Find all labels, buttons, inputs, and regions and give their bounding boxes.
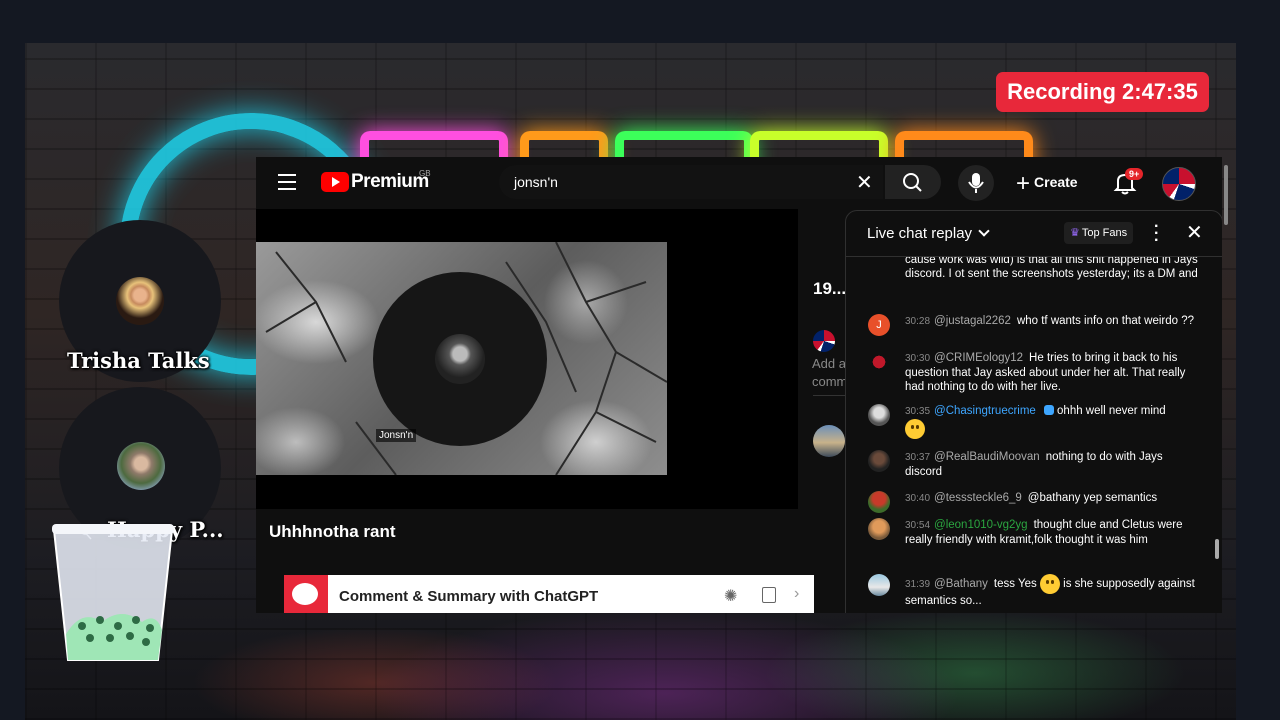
message-text: ohhh well never mind bbox=[1057, 405, 1166, 417]
message-timestamp: 30:28 bbox=[905, 316, 931, 327]
add-comment-field[interactable]: Add a comm bbox=[812, 355, 847, 391]
add-comment-text: Add a bbox=[812, 356, 846, 371]
verified-icon bbox=[1043, 405, 1054, 415]
comment-count: 19... bbox=[813, 279, 847, 298]
avatar bbox=[868, 450, 890, 472]
avatar[interactable] bbox=[1162, 167, 1196, 201]
avatar bbox=[117, 442, 165, 490]
message-text: who tf wants info on that weirdo ?? bbox=[1016, 315, 1195, 327]
chevron-right-icon[interactable]: › bbox=[794, 585, 799, 603]
avatar: J bbox=[868, 314, 890, 336]
chat-messages[interactable]: cause work was wild) is that all this sh… bbox=[846, 257, 1210, 612]
tip-jar-icon bbox=[52, 522, 174, 664]
chatgpt-extension-bar[interactable]: Comment & Summary with ChatGPT ✺ › bbox=[284, 575, 814, 613]
notification-badge: 9+ bbox=[1125, 168, 1144, 180]
message-author[interactable]: @RealBaudiMoovan bbox=[934, 451, 1040, 463]
message-timestamp: 30:37 bbox=[905, 452, 931, 463]
laughing-emoji-icon bbox=[1039, 574, 1060, 594]
more-options-icon[interactable]: · · · bbox=[1154, 219, 1159, 249]
extension-label: Comment & Summary with ChatGPT bbox=[339, 588, 599, 605]
openai-icon[interactable]: ✺ bbox=[724, 586, 737, 606]
avatar bbox=[813, 425, 845, 457]
chevron-down-icon bbox=[978, 225, 990, 237]
chat-scrollbar[interactable] bbox=[1215, 539, 1219, 559]
message-author[interactable]: @Chasingtruecrime bbox=[934, 405, 1036, 417]
crown-icon: ♛ bbox=[1070, 227, 1080, 239]
top-fans-label: Top Fans bbox=[1081, 227, 1128, 239]
close-icon[interactable]: ✕ bbox=[1186, 220, 1203, 245]
youtube-window: Premium GB jonsn'n ✕ + Create 9+ Jonsn'n… bbox=[256, 157, 1222, 613]
message-timestamp: 30:30 bbox=[905, 353, 931, 364]
message-timestamp: 30:40 bbox=[905, 493, 931, 504]
message-author[interactable]: @CRIMEology12 bbox=[934, 352, 1023, 364]
avatar bbox=[868, 518, 890, 540]
close-icon[interactable]: ✕ bbox=[856, 170, 873, 195]
recording-indicator: Recording 2:47:35 bbox=[996, 72, 1209, 112]
avatar bbox=[868, 351, 890, 373]
search-query[interactable]: jonsn'n bbox=[514, 174, 558, 190]
message-text: @bathany yep semantics bbox=[1027, 492, 1158, 504]
extension-icon bbox=[284, 575, 328, 613]
add-comment-text-2: comm bbox=[812, 374, 848, 389]
smile-emoji-icon bbox=[905, 419, 925, 439]
divider bbox=[813, 395, 845, 396]
channel-label: Jonsn'n bbox=[376, 429, 417, 442]
chat-header: Live chat replay ♛ Top Fans · · · ✕ bbox=[846, 211, 1222, 257]
avatar bbox=[868, 574, 890, 596]
microphone-icon bbox=[968, 173, 984, 193]
message-text: tess Yes bbox=[993, 578, 1037, 591]
hamburger-icon[interactable] bbox=[278, 174, 296, 190]
video-title: Uhhhnotha rant bbox=[269, 522, 396, 541]
message-author[interactable]: @justagal2262 bbox=[934, 315, 1011, 327]
live-chat-panel: Live chat replay ♛ Top Fans · · · ✕ cause w… bbox=[845, 210, 1222, 613]
avatar bbox=[868, 404, 890, 426]
copy-icon[interactable] bbox=[762, 587, 776, 603]
message-author[interactable]: @Bathany bbox=[934, 578, 988, 590]
top-fans-button[interactable]: ♛ Top Fans bbox=[1064, 222, 1134, 244]
message-timestamp: 31:39 bbox=[905, 579, 931, 591]
guest-name: Trisha Talks bbox=[67, 348, 210, 373]
masthead: Premium GB jonsn'n ✕ + Create 9+ bbox=[256, 157, 1222, 209]
avatar bbox=[435, 334, 485, 384]
video-thumbnail: Jonsn'n bbox=[256, 242, 667, 475]
chat-mode-dropdown[interactable]: Live chat replay bbox=[867, 225, 990, 242]
search-button[interactable] bbox=[885, 165, 941, 199]
voice-search-button[interactable] bbox=[958, 165, 994, 201]
message-timestamp: 30:54 bbox=[905, 520, 931, 531]
youtube-logo-icon[interactable] bbox=[321, 172, 349, 192]
avatar bbox=[116, 277, 164, 325]
channel-audio-disc bbox=[373, 272, 547, 446]
chat-title: Live chat replay bbox=[867, 225, 973, 242]
avatar bbox=[813, 330, 835, 352]
create-button[interactable]: + Create bbox=[1016, 170, 1078, 198]
youtube-premium-logo[interactable]: Premium bbox=[351, 171, 429, 193]
region-code: GB bbox=[419, 169, 431, 178]
plus-icon: + bbox=[1016, 170, 1031, 197]
video-player[interactable]: Jonsn'n bbox=[256, 209, 798, 509]
message-text: cause work was wild) is that all this sh… bbox=[905, 257, 1198, 280]
page-scrollbar[interactable] bbox=[1224, 165, 1228, 225]
message-author[interactable]: @leon1010-vg2yg bbox=[934, 519, 1028, 531]
search-icon bbox=[903, 173, 922, 192]
message-timestamp: 30:35 bbox=[905, 406, 931, 417]
create-label: Create bbox=[1034, 174, 1078, 190]
message-author[interactable]: @tesssteckle6_9 bbox=[934, 492, 1022, 504]
avatar bbox=[868, 491, 890, 513]
